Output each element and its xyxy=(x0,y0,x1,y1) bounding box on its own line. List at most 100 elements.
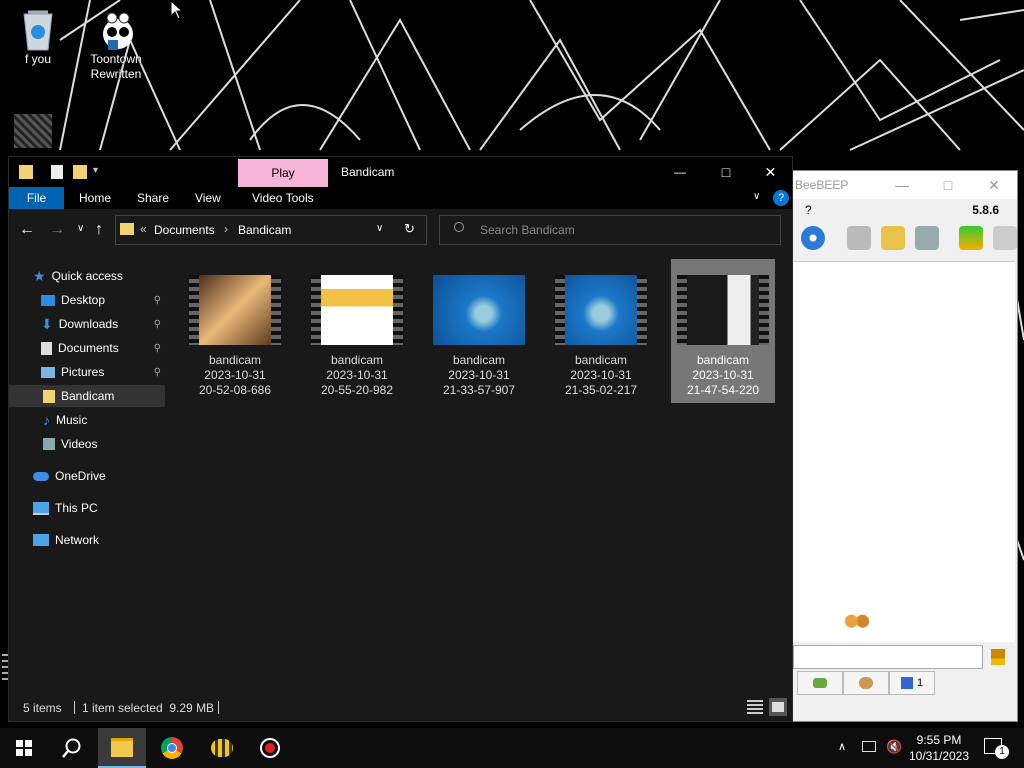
up-button[interactable]: ↑ xyxy=(95,221,103,239)
upload-icon[interactable] xyxy=(959,226,983,250)
details-view-button[interactable] xyxy=(747,700,763,714)
breadcrumb-bandicam[interactable]: Bandicam xyxy=(238,223,291,237)
desktop-icon-partial[interactable] xyxy=(14,114,52,148)
breadcrumb-overflow[interactable]: « xyxy=(140,222,147,236)
search-input[interactable]: Search Bandicam xyxy=(480,223,575,237)
refresh-icon[interactable]: ↻ xyxy=(404,221,415,237)
file-explorer-window[interactable]: ▾ Play Bandicam — □ ✕ File Home Share Vi… xyxy=(8,156,793,722)
file-tile[interactable]: bandicam 2023-10-31 21-33-57-907 xyxy=(427,259,531,403)
file-tile[interactable]: bandicam 2023-10-31 20-55-20-982 xyxy=(305,259,409,403)
files-tab[interactable]: 1 xyxy=(889,671,935,695)
customize-dropdown-icon[interactable]: ▾ xyxy=(93,165,98,176)
close-button[interactable]: ✕ xyxy=(749,157,792,187)
tab-home[interactable]: Home xyxy=(79,191,111,205)
file-tile[interactable]: bandicam 2023-10-31 21-35-02-217 xyxy=(549,259,653,403)
tab-play[interactable]: Play xyxy=(238,159,328,187)
pin-icon[interactable]: ⚲ xyxy=(154,319,161,330)
address-bar[interactable]: « Documents › Bandicam ∨ ↻ xyxy=(115,215,427,245)
new-folder-icon[interactable] xyxy=(73,165,87,179)
toontown-icon xyxy=(96,8,136,50)
nav-music[interactable]: ♪ Music xyxy=(43,409,87,431)
breadcrumb-documents[interactable]: Documents xyxy=(154,223,215,237)
nav-onedrive[interactable]: OneDrive xyxy=(33,465,106,487)
beebeep-title: BeeBEEP xyxy=(795,178,849,192)
tab-file[interactable]: File xyxy=(9,187,64,209)
window-title: Bandicam xyxy=(341,165,395,179)
pin-icon[interactable]: ⚲ xyxy=(154,367,161,378)
beebeep-window[interactable]: BeeBEEP — □ ✕ ? 5.8.6 1 xyxy=(792,170,1018,722)
chrome-icon xyxy=(161,737,183,759)
properties-icon[interactable] xyxy=(51,165,63,179)
nav-desktop[interactable]: Desktop ⚲ xyxy=(41,289,165,311)
documents-icon xyxy=(41,341,52,355)
trash-icon[interactable] xyxy=(993,226,1017,250)
video-thumbnail-icon xyxy=(433,275,525,345)
tab-video-tools[interactable]: Video Tools xyxy=(252,191,314,205)
large-icons-view-button[interactable] xyxy=(769,698,787,716)
taskbar-file-explorer[interactable] xyxy=(98,728,146,768)
close-button[interactable]: ✕ xyxy=(971,171,1017,199)
recent-locations-button[interactable]: ∨ xyxy=(77,223,84,234)
network-status-icon[interactable] xyxy=(862,741,876,752)
nav-downloads[interactable]: ⬇ Downloads ⚲ xyxy=(41,313,165,335)
group-icon xyxy=(859,677,873,689)
pin-icon[interactable]: ⚲ xyxy=(154,295,161,306)
music-icon: ♪ xyxy=(43,412,50,428)
nav-this-pc[interactable]: This PC xyxy=(33,497,98,519)
file-list[interactable]: bandicam 2023-10-31 20-52-08-686 bandica… xyxy=(166,253,792,693)
settings-icon[interactable] xyxy=(915,226,939,250)
search-box[interactable]: Search Bandicam xyxy=(439,215,781,245)
tab-view[interactable]: View xyxy=(195,191,221,205)
large-icons-icon xyxy=(772,702,784,712)
nav-videos[interactable]: Videos xyxy=(43,433,97,455)
search-button[interactable] xyxy=(48,728,96,768)
show-hidden-icons[interactable]: ∧ xyxy=(838,740,846,753)
users-icon xyxy=(843,614,871,638)
minimize-button[interactable]: — xyxy=(879,171,925,199)
nav-network[interactable]: Network xyxy=(33,529,99,551)
connection-icon[interactable] xyxy=(801,226,825,250)
chat-area[interactable] xyxy=(793,261,1015,642)
volume-muted-icon[interactable]: 🔇 xyxy=(886,739,902,755)
users-tab[interactable] xyxy=(843,671,889,695)
tab-share[interactable]: Share xyxy=(137,191,169,205)
nav-quick-access[interactable]: ★ Quick access xyxy=(33,265,123,287)
nav-pictures[interactable]: Pictures ⚲ xyxy=(41,361,165,383)
broom-icon[interactable] xyxy=(991,649,1005,665)
folder-icon xyxy=(43,389,55,403)
back-button[interactable]: ← xyxy=(19,221,35,239)
desktop-icon-toontown[interactable]: Toontown Rewritten xyxy=(81,8,151,82)
nav-documents[interactable]: Documents ⚲ xyxy=(41,337,165,359)
pin-icon[interactable]: ⚲ xyxy=(154,343,161,354)
videos-icon xyxy=(43,438,55,450)
maximize-button[interactable]: □ xyxy=(703,157,749,187)
nav-bandicam[interactable]: Bandicam xyxy=(9,385,165,407)
taskbar-beebeep[interactable] xyxy=(198,728,246,768)
beebeep-menubar: ? 5.8.6 xyxy=(793,199,1017,221)
maximize-button[interactable]: □ xyxy=(925,171,971,199)
explorer-titlebar[interactable]: ▾ Play Bandicam — □ ✕ xyxy=(9,157,792,187)
file-tile-selected[interactable]: bandicam 2023-10-31 21-47-54-220 xyxy=(671,259,775,403)
file-tile[interactable]: bandicam 2023-10-31 20-52-08-686 xyxy=(183,259,287,403)
taskbar-chrome[interactable] xyxy=(148,728,196,768)
chat-input[interactable] xyxy=(793,645,983,669)
status-divider xyxy=(218,701,219,714)
help-icon[interactable]: ? xyxy=(773,190,789,206)
message-icon[interactable] xyxy=(847,226,871,250)
download-icon: ⬇ xyxy=(41,315,53,332)
minimize-button[interactable]: — xyxy=(657,157,703,187)
file-explorer-icon xyxy=(111,737,133,757)
forward-button[interactable]: → xyxy=(49,221,65,239)
clock[interactable]: 9:55 PM 10/31/2023 xyxy=(904,732,974,764)
taskbar-bandicam[interactable] xyxy=(246,728,294,768)
address-dropdown-icon[interactable]: ∨ xyxy=(376,223,383,234)
notification-center-button[interactable]: 1 xyxy=(984,738,1009,759)
expand-ribbon-icon[interactable]: ∨ xyxy=(753,191,760,202)
edit-icon[interactable] xyxy=(881,226,905,250)
chat-tab[interactable] xyxy=(797,671,843,695)
help-menu[interactable]: ? xyxy=(805,203,812,217)
desktop-icon-label: f you xyxy=(24,52,51,66)
start-button[interactable] xyxy=(0,728,48,768)
desktop-icon-recycle-bin[interactable]: f you xyxy=(3,8,73,66)
computer-icon xyxy=(33,501,49,515)
